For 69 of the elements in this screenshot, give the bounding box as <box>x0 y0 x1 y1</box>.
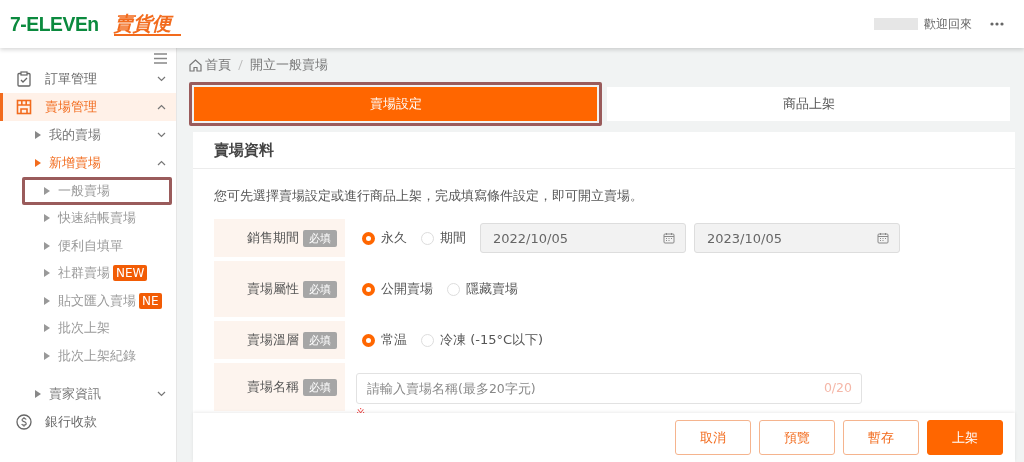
brand-name[interactable]: 賣貨便 <box>114 12 182 36</box>
sidebar-item[interactable]: 訂單管理 <box>0 65 176 93</box>
caret-icon <box>35 389 41 398</box>
sidebar-item[interactable]: 新增賣場 <box>0 149 176 177</box>
chevron-icon <box>157 390 166 397</box>
new-badge: NE <box>139 292 162 309</box>
new-badge: NEW <box>113 265 148 282</box>
menu-icon[interactable] <box>154 53 167 64</box>
blurred-name-placeholder <box>874 18 918 30</box>
sidebar-item[interactable]: 我的賣場 <box>0 121 176 149</box>
greeting-text: 歡迎回來 <box>924 15 972 33</box>
calendar-icon <box>877 232 889 244</box>
home-icon[interactable] <box>189 58 202 72</box>
caret-icon <box>44 186 50 195</box>
radio-option[interactable]: 公開賣場 <box>362 280 433 298</box>
caret-icon <box>35 159 41 167</box>
field-label: 賣場屬性 <box>247 280 299 298</box>
caret-icon <box>44 214 50 223</box>
field-label: 賣場名稱 <box>247 378 299 396</box>
breadcrumb-link[interactable]: 首頁 <box>205 56 231 74</box>
radio-option[interactable]: 隱藏賣場 <box>447 280 518 298</box>
sidebar-item[interactable]: 批次上架紀錄 <box>25 345 169 367</box>
radio-option[interactable]: 期間 <box>421 229 466 247</box>
logo-text[interactable]: 7-ELEVEn <box>10 12 99 36</box>
tab[interactable]: 賣場設定 <box>194 87 597 121</box>
more-icon[interactable] <box>990 22 1004 26</box>
sidebar-item[interactable]: 社群賣場 NEW <box>25 262 169 284</box>
radio-option[interactable]: 常温 <box>362 331 407 349</box>
field-label: 賣場溫層 <box>247 331 299 349</box>
character-counter: 0/20 <box>823 380 852 395</box>
sidebar-item[interactable]: 批次上架 <box>25 317 169 339</box>
dollar-icon <box>16 413 32 430</box>
sidebar-item[interactable]: 快速結帳賣場 <box>25 207 169 229</box>
caret-icon <box>44 269 50 278</box>
store-icon <box>16 99 32 115</box>
radio-button[interactable] <box>362 231 375 245</box>
action-button[interactable]: 暫存 <box>843 420 919 455</box>
action-button[interactable]: 取消 <box>675 420 751 455</box>
caret-icon <box>44 351 50 360</box>
chevron-icon <box>157 76 166 82</box>
radio-button[interactable] <box>362 282 375 296</box>
card-title: 賣場資料 <box>193 132 1015 169</box>
sidebar-item[interactable]: 賣場管理 <box>0 93 176 121</box>
field-label: 銷售期間 <box>247 229 299 247</box>
chevron-icon <box>157 132 166 138</box>
chevron-icon <box>157 104 166 110</box>
calendar-icon <box>663 232 675 244</box>
required-badge: 必填 <box>303 229 337 247</box>
description-text: 您可先選擇賣場設定或進行商品上架，完成填寫條件設定，即可開立賣場。 <box>214 188 644 205</box>
breadcrumb-link[interactable]: 開立一般賣場 <box>250 56 328 74</box>
radio-option[interactable]: 永久 <box>362 229 407 247</box>
required-badge: 必填 <box>303 378 337 396</box>
caret-icon <box>35 131 41 139</box>
sidebar-item[interactable]: 貼文匯入賣場 NE <box>25 290 169 312</box>
tab[interactable]: 商品上架 <box>607 87 1010 121</box>
sidebar-item[interactable]: 銀行收款 <box>0 407 176 436</box>
radio-button[interactable] <box>362 333 375 347</box>
required-badge: 必填 <box>303 280 337 298</box>
sidebar-item[interactable]: 便利自填單 <box>25 235 169 257</box>
caret-icon <box>44 241 50 250</box>
clipboard-icon <box>16 71 32 87</box>
required-badge: 必填 <box>303 331 337 349</box>
chevron-icon <box>157 160 166 166</box>
caret-icon <box>44 296 50 305</box>
radio-option[interactable]: 冷凍 (-15°C以下) <box>421 331 544 349</box>
action-button[interactable]: 預覽 <box>759 420 835 455</box>
caret-icon <box>44 324 50 333</box>
sidebar-item[interactable]: 賣家資訊 <box>0 379 176 408</box>
action-button[interactable]: 上架 <box>927 420 1003 455</box>
